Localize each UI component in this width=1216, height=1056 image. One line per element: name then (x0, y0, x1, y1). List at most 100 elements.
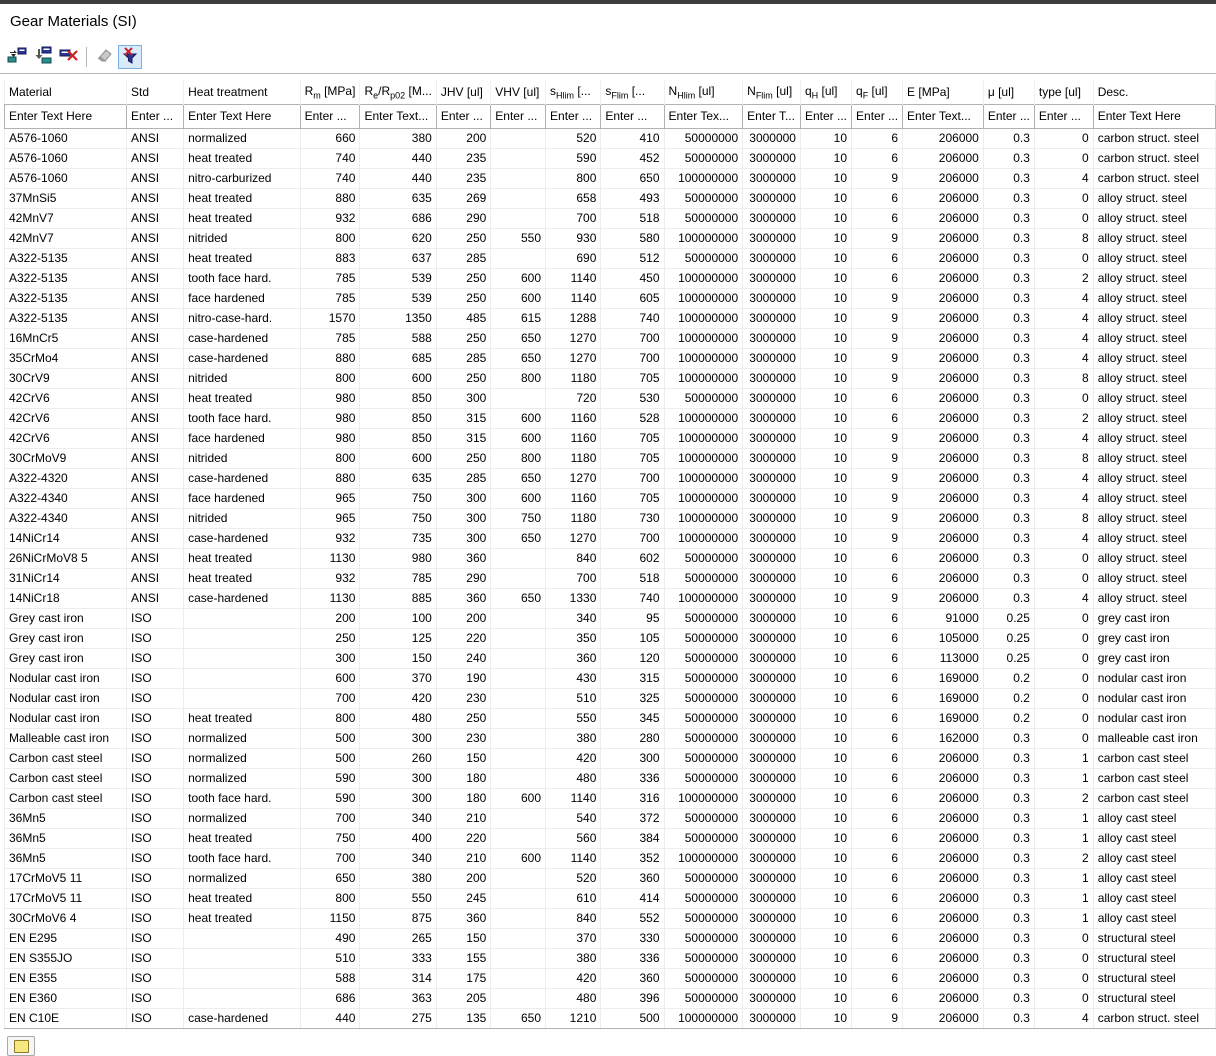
cell-jhv[interactable]: 315 (436, 408, 492, 429)
cell-shlim[interactable]: 520 (545, 128, 602, 149)
cell-shlim[interactable]: 1160 (545, 488, 602, 509)
cell-heat[interactable] (183, 968, 301, 989)
cell-vhv[interactable] (490, 248, 547, 269)
cell-vhv[interactable] (490, 868, 547, 889)
cell-qh[interactable]: 10 (800, 768, 853, 789)
cell-e[interactable]: 206000 (902, 188, 984, 209)
cell-desc[interactable]: alloy struct. steel (1093, 508, 1216, 529)
cell-material[interactable]: 30CrMoV6 4 (4, 908, 128, 929)
cell-heat[interactable]: case-hardened (183, 588, 301, 609)
cell-sflim[interactable]: 384 (600, 828, 665, 849)
cell-vhv[interactable] (490, 808, 547, 829)
cell-desc[interactable]: alloy struct. steel (1093, 308, 1216, 329)
cell-qh[interactable]: 10 (800, 368, 853, 389)
cell-heat[interactable]: heat treated (183, 828, 301, 849)
cell-e[interactable]: 206000 (902, 768, 984, 789)
cell-nhlim[interactable]: 100000000 (664, 408, 744, 429)
cell-nflim[interactable]: 3000000 (742, 768, 801, 789)
cell-qh[interactable]: 10 (800, 748, 853, 769)
col-header-qf[interactable]: qF [ul] (851, 80, 904, 104)
cell-nflim[interactable]: 3000000 (742, 848, 801, 869)
cell-re-rp02[interactable]: 1350 (359, 308, 437, 329)
cell-shlim[interactable]: 800 (545, 168, 602, 189)
cell-nhlim[interactable]: 100000000 (664, 1008, 744, 1029)
cell-nflim[interactable]: 3000000 (742, 608, 801, 629)
cell-heat[interactable]: normalized (183, 808, 301, 829)
cell-rm[interactable]: 686 (300, 988, 361, 1009)
cell-nflim[interactable]: 3000000 (742, 508, 801, 529)
cell-e[interactable]: 206000 (902, 748, 984, 769)
col-header-nhlim[interactable]: NHlim [ul] (664, 80, 744, 104)
cell-vhv[interactable]: 600 (490, 268, 547, 289)
cell-nflim[interactable]: 3000000 (742, 908, 801, 929)
clear-filter-button[interactable] (118, 44, 142, 69)
cell-nhlim[interactable]: 50000000 (664, 808, 744, 829)
cell-sflim[interactable]: 528 (600, 408, 665, 429)
cell-nflim[interactable]: 3000000 (742, 448, 801, 469)
cell-desc[interactable]: carbon struct. steel (1093, 128, 1216, 149)
cell-nflim[interactable]: 3000000 (742, 228, 801, 249)
cell-nhlim[interactable]: 100000000 (664, 508, 744, 529)
cell-nflim[interactable]: 3000000 (742, 368, 801, 389)
cell-desc[interactable]: alloy cast steel (1093, 808, 1216, 829)
cell-std[interactable]: ANSI (126, 508, 185, 529)
cell-sflim[interactable]: 316 (600, 788, 665, 809)
cell-sflim[interactable]: 325 (600, 688, 665, 709)
cell-std[interactable]: ANSI (126, 228, 185, 249)
cell-heat[interactable]: normalized (183, 728, 301, 749)
cell-re-rp02[interactable]: 885 (359, 588, 437, 609)
cell-jhv[interactable]: 250 (436, 448, 492, 469)
cell-nflim[interactable]: 3000000 (742, 788, 801, 809)
col-header-sflim[interactable]: sFlim [... (600, 80, 665, 104)
cell-mu[interactable]: 0.3 (983, 988, 1035, 1009)
cell-jhv[interactable]: 250 (436, 328, 492, 349)
cell-nhlim[interactable]: 100000000 (664, 368, 744, 389)
cell-material[interactable]: 16MnCr5 (4, 328, 128, 349)
cell-mu[interactable]: 0.3 (983, 868, 1035, 889)
cell-mu[interactable]: 0.3 (983, 588, 1035, 609)
cell-re-rp02[interactable]: 539 (359, 268, 437, 289)
cell-e[interactable]: 206000 (902, 328, 984, 349)
cell-qf[interactable]: 9 (851, 228, 904, 249)
cell-type[interactable]: 0 (1034, 968, 1094, 989)
cell-jhv[interactable]: 210 (436, 848, 492, 869)
cell-qh[interactable]: 10 (800, 848, 853, 869)
cell-std[interactable]: ISO (126, 688, 185, 709)
cell-qf[interactable]: 6 (851, 988, 904, 1009)
cell-shlim[interactable]: 1140 (545, 268, 602, 289)
cell-nflim[interactable]: 3000000 (742, 328, 801, 349)
cell-type[interactable]: 0 (1034, 928, 1094, 949)
cell-qf[interactable]: 9 (851, 168, 904, 189)
cell-nhlim[interactable]: 100000000 (664, 788, 744, 809)
cell-jhv[interactable]: 150 (436, 748, 492, 769)
cell-nflim[interactable]: 3000000 (742, 288, 801, 309)
cell-sflim[interactable]: 345 (600, 708, 665, 729)
cell-material[interactable]: A576-1060 (4, 168, 128, 189)
col-header-jhv[interactable]: JHV [ul] (436, 80, 492, 104)
cell-heat[interactable]: heat treated (183, 548, 301, 569)
cell-heat[interactable] (183, 608, 301, 629)
filter-input-material[interactable]: Enter Text Here (3, 103, 128, 129)
cell-e[interactable]: 206000 (902, 408, 984, 429)
cell-qh[interactable]: 10 (800, 208, 853, 229)
cell-rm[interactable]: 980 (300, 388, 361, 409)
cell-re-rp02[interactable]: 260 (359, 748, 437, 769)
cell-sflim[interactable]: 500 (600, 1008, 665, 1029)
cell-nhlim[interactable]: 100000000 (664, 268, 744, 289)
cell-qh[interactable]: 10 (800, 488, 853, 509)
cell-sflim[interactable]: 95 (600, 608, 665, 629)
cell-std[interactable]: ANSI (126, 168, 185, 189)
cell-desc[interactable]: nodular cast iron (1093, 708, 1216, 729)
cell-re-rp02[interactable]: 300 (359, 728, 437, 749)
cell-type[interactable]: 2 (1034, 848, 1094, 869)
cell-qf[interactable]: 6 (851, 628, 904, 649)
cell-std[interactable]: ISO (126, 948, 185, 969)
cell-mu[interactable]: 0.3 (983, 728, 1035, 749)
cell-nhlim[interactable]: 50000000 (664, 248, 744, 269)
cell-nhlim[interactable]: 100000000 (664, 428, 744, 449)
cell-nhlim[interactable]: 100000000 (664, 288, 744, 309)
cell-vhv[interactable] (490, 748, 547, 769)
delete-row-button[interactable] (57, 45, 81, 69)
cell-type[interactable]: 4 (1034, 308, 1094, 329)
cell-qf[interactable]: 9 (851, 488, 904, 509)
